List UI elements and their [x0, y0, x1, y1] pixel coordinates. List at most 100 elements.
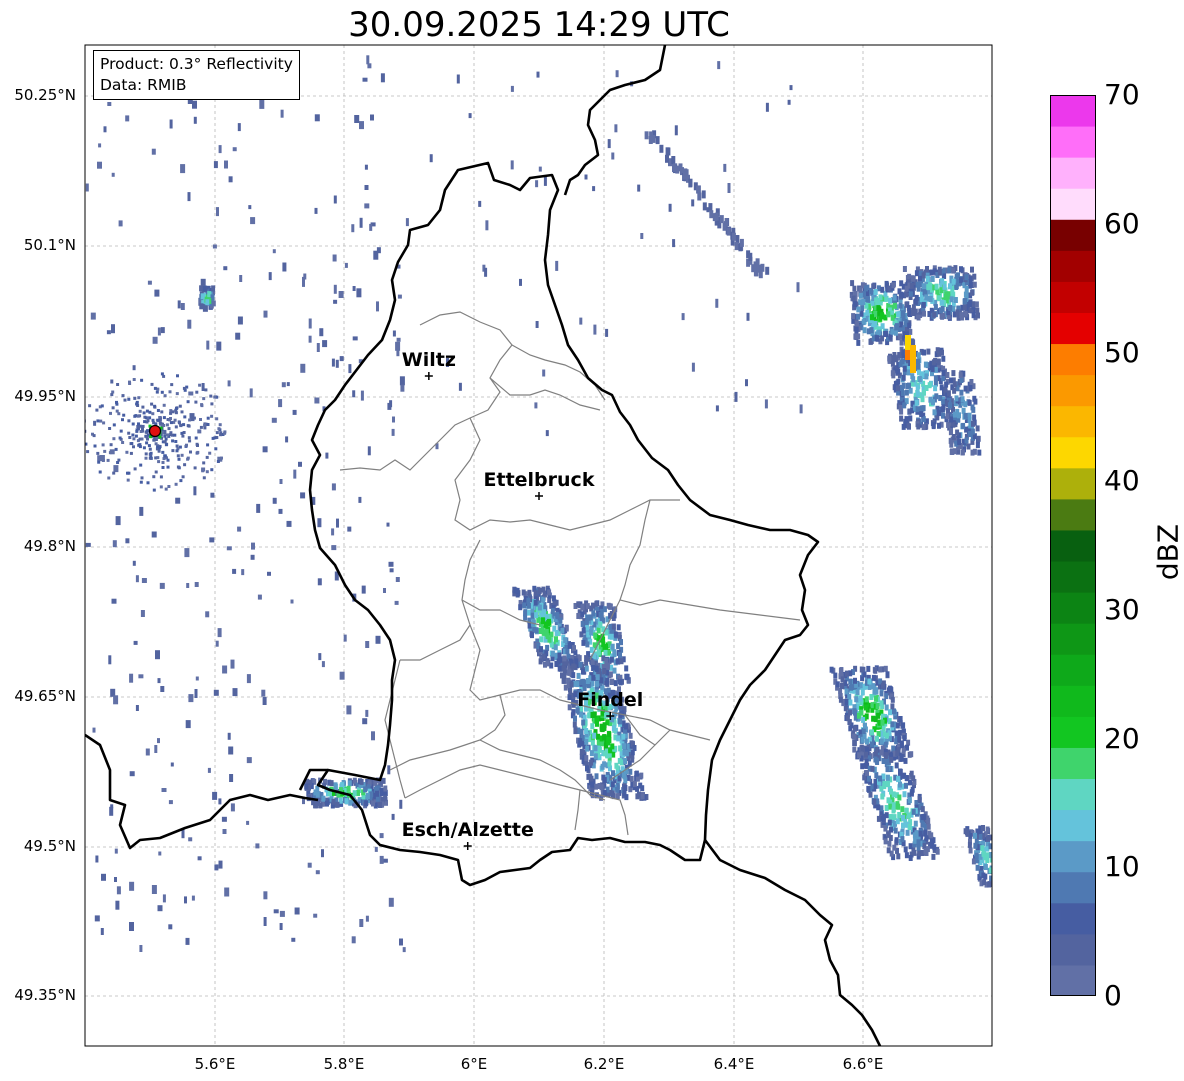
echo-pixel [167, 485, 171, 488]
echo-pixel [920, 396, 925, 403]
echo-pixel [93, 444, 97, 448]
echo-pixel [719, 215, 724, 224]
echo-pixel [889, 756, 894, 763]
echo-pixel [167, 427, 171, 431]
echo-pixel [156, 409, 160, 412]
echo-pixel [941, 312, 946, 319]
echo-pixel [602, 606, 607, 613]
echo-pixel [1000, 879, 1004, 885]
echo-pixel [981, 825, 985, 831]
echo-pixel [873, 778, 878, 785]
echo-pixel [593, 324, 597, 335]
echo-pixel [206, 416, 210, 420]
echo-pixel [122, 413, 126, 417]
echo-pixel [555, 613, 560, 620]
echo-pixel [873, 320, 878, 327]
echo-pixel [993, 836, 997, 842]
echo-pixel [889, 788, 893, 795]
echo-pixel [125, 538, 130, 544]
echo-pixel [611, 152, 615, 160]
echo-pixel [624, 723, 628, 730]
echo-pixel [855, 689, 860, 695]
echo-pixel [547, 589, 552, 596]
echo-pixel [217, 628, 222, 638]
echo-pixel [278, 508, 283, 514]
echo-pixel [246, 820, 250, 825]
echo-pixel [1001, 863, 1005, 869]
echo-pixel [993, 832, 997, 838]
colorbar [1050, 95, 1096, 996]
echo-pixel [998, 885, 1002, 891]
echo-pixel [971, 858, 976, 865]
echo-pixel [890, 721, 895, 728]
echo-pixel [731, 232, 736, 241]
echo-pixel [359, 919, 364, 927]
echo-pixel [335, 801, 340, 808]
colorbar-segment [1050, 840, 1096, 873]
echo-pixel [998, 876, 1002, 882]
echo-pixel [886, 797, 891, 804]
echo-pixel [764, 399, 768, 409]
echo-pixel [199, 303, 204, 310]
echo-pixel [376, 247, 381, 254]
echo-pixel [923, 829, 928, 836]
echo-pixel [889, 826, 893, 833]
echo-pixel [916, 423, 921, 430]
echo-pixel [132, 445, 135, 449]
echo-pixel [567, 642, 572, 649]
echo-pixel [331, 545, 337, 551]
echo-pixel [198, 383, 202, 387]
echo-pixel [98, 143, 102, 148]
colorbar-segment [1050, 623, 1096, 655]
echo-pixel [199, 425, 203, 429]
echo-pixel [952, 387, 957, 394]
echo-pixel [186, 400, 190, 404]
echo-pixel [996, 852, 1000, 858]
echo-pixel [399, 376, 405, 386]
echo-pixel [925, 266, 929, 272]
echo-pixel [163, 440, 167, 444]
echo-pixel [981, 872, 986, 879]
echo-pixel [994, 841, 998, 847]
echo-pixel [370, 114, 374, 121]
echo-pixel [314, 207, 318, 214]
echo-pixel [884, 732, 889, 739]
echo-pixel [281, 382, 286, 388]
echo-pixel [112, 540, 117, 548]
echo-pixel [534, 402, 538, 409]
echo-pixel [217, 427, 221, 431]
echo-pixel [363, 786, 368, 793]
echo-pixel [348, 799, 353, 806]
echo-pixel [218, 423, 222, 427]
echo-pixel [918, 830, 923, 837]
echo-pixel [223, 266, 228, 271]
echo-pixel [308, 318, 312, 329]
echo-pixel [379, 790, 384, 796]
echo-pixel [949, 428, 953, 434]
echo-pixel [358, 496, 362, 503]
echo-pixel [900, 358, 905, 365]
echo-pixel [854, 326, 859, 333]
echo-pixel [928, 396, 933, 403]
colorbar-segment [1050, 902, 1096, 935]
echo-pixel [224, 887, 230, 897]
echo-pixel [873, 289, 878, 295]
echo-pixel [130, 442, 134, 445]
echo-pixel [176, 374, 179, 378]
echo-pixel [230, 659, 235, 669]
echo-pixel [892, 814, 897, 821]
echo-pixel [352, 286, 356, 291]
echo-pixel [614, 631, 618, 638]
echo-pixel [348, 364, 352, 374]
echo-pixel [96, 451, 100, 455]
echo-pixel [870, 729, 874, 736]
echo-pixel [581, 719, 586, 726]
echo-pixel [157, 678, 161, 684]
echo-pixel [175, 444, 179, 448]
echo-pixel [864, 751, 868, 758]
echo-pixel [210, 492, 215, 498]
echo-pixel [210, 468, 214, 472]
echo-pixel [861, 319, 866, 326]
echo-pixel [553, 644, 558, 651]
echo-pixel [344, 798, 349, 805]
